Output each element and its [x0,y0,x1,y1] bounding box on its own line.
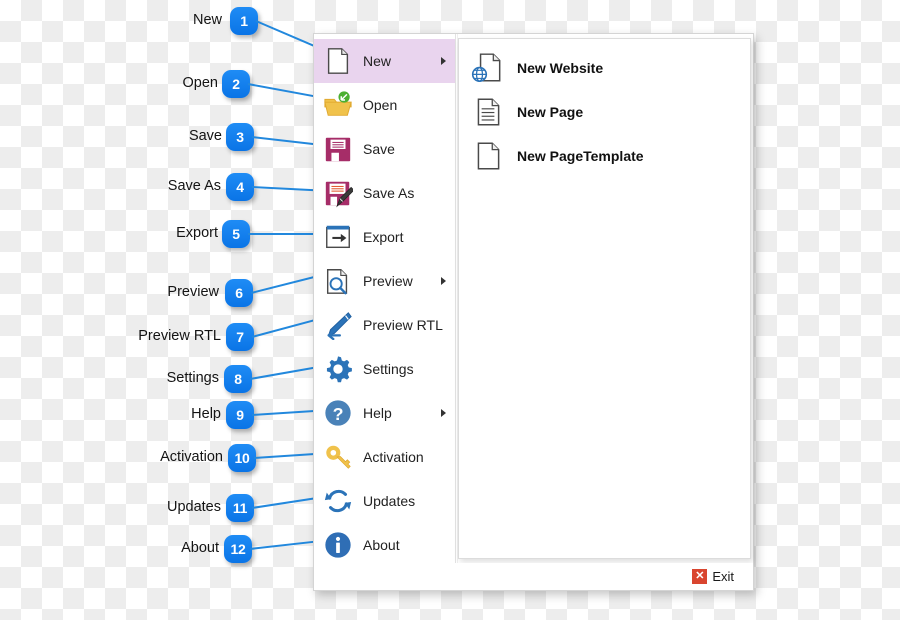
callout-label-7: Preview RTL [138,328,221,344]
page-blank-icon [467,135,509,177]
menu-item-label: Updates [363,493,416,509]
callout-label-5: Export [176,225,218,241]
exit-button[interactable]: ✕ Exit [692,567,734,586]
column-divider [455,34,456,563]
refresh-icon [319,482,357,520]
key-icon [319,438,357,476]
chevron-right-icon [441,409,446,417]
callout-badge-3: 3 [226,123,254,151]
menu-item-label: Save As [363,185,415,201]
callout-label-8: Settings [166,370,219,386]
callout-badge-6: 6 [225,279,253,307]
menu-item-open[interactable]: Open [314,83,455,127]
submenu-item-label: New Page [517,104,584,120]
menu-item-label: Activation [363,449,424,465]
callout-label-6: Preview [167,284,219,300]
gear-icon [319,350,357,388]
callout-label-3: Save [188,128,222,144]
page-icon [319,42,357,80]
menu-item-help[interactable]: ? Help [314,391,455,435]
menu-footer: ✕ Exit [314,563,753,590]
menu-item-activation[interactable]: Activation [314,435,455,479]
callout-badge-8: 8 [224,365,252,393]
floppy-disk-icon [319,130,357,168]
callout-label-4: Save As [167,178,221,194]
menu-item-export[interactable]: Export [314,215,455,259]
callout-label-10: Activation [160,449,223,465]
close-icon: ✕ [692,569,708,584]
menu-item-new[interactable]: New [314,39,455,83]
callout-label-11: Updates [166,499,221,515]
menu-item-label: Help [363,405,392,421]
pencil-left-icon [319,306,357,344]
callout-badge-9: 9 [226,401,254,429]
menu-item-preview-rtl[interactable]: Preview RTL [314,303,455,347]
info-circle-icon [319,526,357,564]
menu-item-label: New [363,53,392,69]
menu-item-preview[interactable]: Preview [314,259,455,303]
application-menu-window: New Open Save Save As Export Preview Preview R… [313,33,754,591]
page-lines-icon [467,91,509,133]
callout-badge-12: 12 [224,535,252,563]
menu-item-save-as[interactable]: Save As [314,171,455,215]
callout-label-2: Open [182,75,218,91]
callout-badge-7: 7 [226,323,254,351]
menu-item-about[interactable]: About [314,523,455,567]
chevron-right-icon [441,57,446,65]
menu-item-label: Export [363,229,404,245]
submenu-item-label: New Website [517,60,604,76]
menu-item-label: Preview RTL [363,317,443,333]
menu-item-label: Preview [363,273,413,289]
menu-item-label: Save [363,141,395,157]
svg-text:?: ? [333,404,344,424]
callout-badge-5: 5 [222,220,250,248]
callout-label-9: Help [191,406,221,422]
menu-item-updates[interactable]: Updates [314,479,455,523]
callout-badge-10: 10 [228,444,256,472]
menu-item-label: Open [363,97,398,113]
menu-item-label: Settings [363,361,414,377]
submenu-item-new-pagetemplate[interactable]: New PageTemplate [467,134,747,178]
callout-badge-1: 1 [230,7,258,35]
callout-label-1: New [192,12,222,28]
menu-item-label: About [363,537,400,553]
callout-badge-2: 2 [222,70,250,98]
callout-label-12: About [181,540,219,556]
export-arrow-icon [319,218,357,256]
chevron-right-icon [441,277,446,285]
exit-button-label: Exit [712,569,734,584]
submenu-item-new-website[interactable]: New Website [467,46,747,90]
submenu-item-new-page[interactable]: New Page [467,90,747,134]
page-globe-icon [467,47,509,89]
callout-badge-11: 11 [226,494,254,522]
question-circle-icon: ? [319,394,357,432]
folder-open-icon [319,86,357,124]
callout-badge-4: 4 [226,173,254,201]
page-search-icon [319,262,357,300]
floppy-pencil-icon [319,174,357,212]
submenu-panel: New Website New Page New PageTemplate [458,38,751,559]
menu-primary-column: New Open Save Save As Export Preview Preview R… [314,34,455,563]
menu-item-settings[interactable]: Settings [314,347,455,391]
menu-item-save[interactable]: Save [314,127,455,171]
submenu-item-label: New PageTemplate [517,148,644,164]
